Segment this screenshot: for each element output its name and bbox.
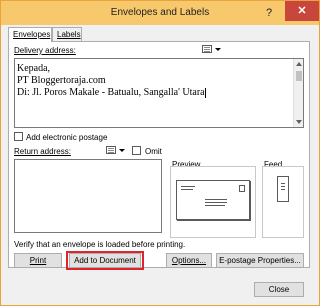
close-button[interactable]: Close — [254, 282, 304, 297]
delivery-line — [205, 205, 225, 206]
epostage-properties-label: E-postage Properties... — [219, 256, 301, 265]
address-line: Di: Jl. Poros Makale - Batualu, Sangalla… — [17, 87, 205, 98]
tab-envelopes[interactable]: Envelopes — [8, 27, 52, 42]
epostage-properties-button[interactable]: E-postage Properties... — [216, 253, 304, 268]
return-line — [181, 186, 195, 187]
tab-labels[interactable]: Labels — [52, 27, 82, 41]
highlight-box — [66, 251, 144, 270]
address-line: Kepada, — [17, 63, 51, 74]
return-address-label: Return address: — [14, 147, 71, 156]
delivery-address-text: Kepada, PT Bloggertoraja.com Di: Jl. Por… — [17, 63, 206, 99]
delivery-address-label: Delivery address: — [14, 46, 76, 55]
return-line — [181, 189, 193, 190]
options-button-label: Options... — [171, 256, 207, 265]
help-button[interactable]: ? — [257, 3, 281, 23]
delivery-line — [205, 199, 227, 200]
electronic-postage-label: Add electronic postage — [26, 133, 108, 142]
stamp-icon — [239, 185, 245, 192]
options-button[interactable]: Options... — [166, 253, 212, 268]
verify-message: Verify that an envelope is loaded before… — [14, 240, 186, 249]
electronic-postage-checkbox[interactable] — [14, 132, 23, 141]
tab-envelopes-label: Envelopes — [13, 30, 51, 39]
vertical-scrollbar[interactable] — [293, 59, 303, 127]
print-button-label: Print — [29, 256, 47, 265]
chevron-down-icon[interactable] — [119, 149, 125, 152]
scroll-up-icon[interactable] — [296, 62, 302, 66]
address-book-icon[interactable] — [202, 45, 212, 53]
return-address-input[interactable] — [14, 159, 162, 233]
delivery-line — [205, 202, 227, 203]
delivery-address-input[interactable]: Kepada, PT Bloggertoraja.com Di: Jl. Por… — [14, 58, 304, 128]
print-button[interactable]: Print — [14, 253, 62, 268]
tab-labels-label: Labels — [57, 30, 81, 39]
envelope-feed-icon[interactable] — [277, 176, 289, 202]
close-window-button[interactable]: ✕ — [285, 1, 319, 21]
title-bar: Envelopes and Labels ? ✕ — [1, 1, 319, 25]
text-cursor — [204, 87, 206, 98]
address-line: PT Bloggertoraja.com — [17, 75, 106, 86]
scroll-thumb[interactable] — [296, 71, 302, 81]
chevron-down-icon[interactable] — [215, 48, 221, 51]
address-book-icon[interactable] — [106, 146, 116, 154]
omit-label: Omit — [145, 147, 162, 156]
close-button-label: Close — [268, 285, 290, 294]
scroll-down-icon[interactable] — [296, 120, 302, 124]
omit-checkbox[interactable] — [132, 146, 141, 155]
envelope-preview-icon[interactable] — [176, 180, 250, 220]
